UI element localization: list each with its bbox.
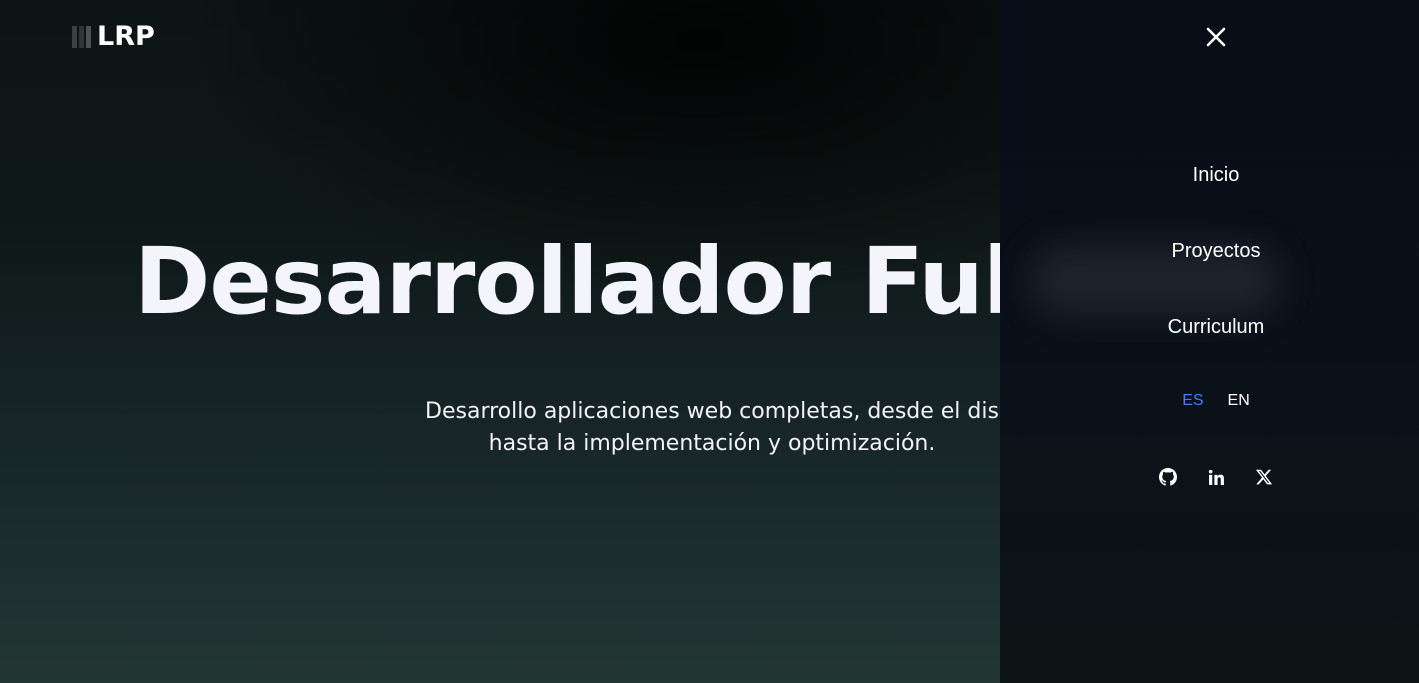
hero-title: Desarrollador Full: [134, 228, 1045, 335]
hero-subtitle: Desarrollo aplicaciones web completas, d…: [330, 396, 1094, 460]
linkedin-link[interactable]: [1206, 465, 1226, 489]
github-link[interactable]: [1158, 465, 1178, 489]
nav-item-inicio[interactable]: Inicio: [1000, 161, 1419, 189]
mobile-nav-drawer: Inicio Proyectos Curriculum ES EN: [1000, 0, 1419, 683]
social-links: [1000, 465, 1419, 489]
page: LRP Desarrollador Full Desarrollo aplica…: [0, 0, 1419, 683]
logo[interactable]: LRP: [72, 22, 155, 52]
linkedin-icon: [1208, 469, 1224, 485]
logo-mark-icon: [72, 26, 91, 48]
drawer-nav: Inicio Proyectos Curriculum ES EN: [1000, 0, 1419, 683]
language-option-es[interactable]: ES: [1182, 389, 1203, 413]
nav-item-proyectos[interactable]: Proyectos: [1000, 237, 1419, 265]
language-option-en[interactable]: EN: [1228, 389, 1250, 413]
logo-text: LRP: [97, 21, 155, 52]
github-icon: [1159, 468, 1177, 486]
hero-subtitle-line-2: hasta la implementación y optimización.: [488, 431, 936, 456]
hero-subtitle-line-1: Desarrollo aplicaciones web completas, d…: [425, 399, 999, 424]
language-switcher: ES EN: [1000, 389, 1419, 413]
x-twitter-icon: [1255, 469, 1273, 485]
nav-item-curriculum[interactable]: Curriculum: [1000, 313, 1419, 341]
x-twitter-link[interactable]: [1254, 465, 1274, 489]
